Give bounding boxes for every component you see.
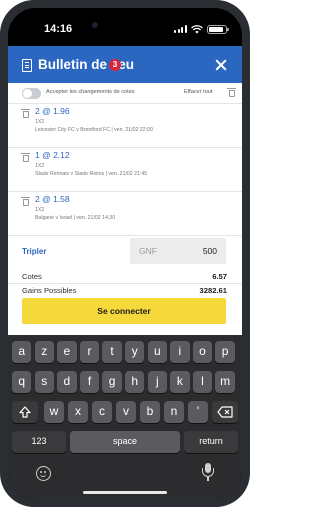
- key[interactable]: j: [147, 371, 167, 393]
- stake-amount: 500: [202, 246, 217, 256]
- phone-screen: 14:16 Bulletin de Jeu 3 Accepter les cha…: [8, 8, 242, 499]
- bet-slip-icon: [22, 59, 32, 72]
- bet-pick: 1 @ 2.12: [35, 150, 70, 160]
- remove-bet-trash-icon[interactable]: [21, 109, 30, 118]
- backspace-key[interactable]: [212, 401, 238, 423]
- key[interactable]: s: [34, 371, 54, 393]
- key[interactable]: h: [125, 371, 145, 393]
- key[interactable]: w: [44, 401, 64, 423]
- key[interactable]: o: [192, 341, 213, 363]
- bet-pick: 2 @ 1.96: [35, 106, 70, 116]
- bet-market: 1X2: [35, 163, 45, 169]
- return-key[interactable]: return: [184, 431, 238, 453]
- key[interactable]: k: [170, 371, 190, 393]
- bet-match: Stade Rennais v Stade Reims | ven. 21/02…: [35, 171, 148, 177]
- bet-pick: 2 @ 1.58: [35, 194, 70, 204]
- bet-match: Leicester City FC v Brentford FC | ven. …: [35, 127, 153, 133]
- home-indicator: [83, 491, 167, 494]
- currency-label: GNF: [139, 246, 157, 256]
- camera-icon: [92, 22, 98, 28]
- key[interactable]: a: [12, 341, 32, 363]
- emoji-icon[interactable]: [36, 466, 51, 481]
- key[interactable]: d: [57, 371, 77, 393]
- key[interactable]: b: [140, 401, 160, 423]
- key[interactable]: f: [79, 371, 100, 393]
- key[interactable]: e: [57, 341, 77, 363]
- space-key[interactable]: space: [70, 431, 180, 453]
- key[interactable]: u: [147, 341, 167, 363]
- accept-odds-label: Accepter les changements de cotes: [46, 89, 135, 95]
- odds-value: 6.57: [212, 272, 227, 281]
- bet-slip-content: Accepter les changements de cotes Efface…: [8, 83, 242, 335]
- connect-button-label: Se connecter: [97, 306, 151, 316]
- clear-all-link[interactable]: Effacer tout: [184, 89, 213, 95]
- odds-label: Cotes: [22, 272, 42, 281]
- accept-odds-row: Accepter les changements de cotes Efface…: [8, 83, 242, 104]
- bet-match: Bulgarie v Israel | ven. 21/02 14:30: [35, 215, 116, 221]
- bet-market: 1X2: [35, 207, 45, 213]
- backspace-icon: [217, 406, 233, 418]
- key[interactable]: g: [102, 371, 122, 393]
- key[interactable]: v: [116, 401, 136, 423]
- wifi-icon: [191, 25, 203, 34]
- status-time: 14:16: [44, 23, 73, 35]
- key[interactable]: r: [79, 341, 100, 363]
- shift-icon: [19, 406, 31, 418]
- key[interactable]: n: [164, 401, 184, 423]
- bet-market: 1X2: [35, 119, 45, 125]
- key[interactable]: z: [34, 341, 54, 363]
- stake-input[interactable]: GNF 500: [130, 238, 226, 264]
- bet-item: 2 @ 1.58 1X2 Bulgarie v Israel | ven. 21…: [8, 191, 242, 236]
- remove-bet-trash-icon[interactable]: [21, 197, 30, 206]
- bet-item: 1 @ 2.12 1X2 Stade Rennais v Stade Reims…: [8, 147, 242, 192]
- numbers-key[interactable]: 123: [12, 431, 66, 453]
- key[interactable]: c: [92, 401, 112, 423]
- key[interactable]: x: [68, 401, 88, 423]
- dynamic-island: [80, 14, 170, 36]
- key[interactable]: l: [192, 371, 213, 393]
- accept-odds-toggle[interactable]: [22, 88, 41, 99]
- bet-count-badge: 3: [109, 59, 121, 71]
- key[interactable]: i: [170, 341, 190, 363]
- clear-all-trash-icon[interactable]: [227, 88, 236, 97]
- connect-button[interactable]: Se connecter: [22, 298, 226, 324]
- shift-key[interactable]: [12, 401, 38, 423]
- bet-item: 2 @ 1.96 1X2 Leicester City FC v Brentfo…: [8, 103, 242, 148]
- gains-value: 3282.61: [199, 286, 227, 295]
- close-icon[interactable]: [214, 58, 228, 72]
- key[interactable]: p: [215, 341, 235, 363]
- phone-frame: 14:16 Bulletin de Jeu 3 Accepter les cha…: [0, 0, 250, 507]
- key[interactable]: m: [215, 371, 235, 393]
- total-odds-row: Cotes 6.57: [8, 269, 242, 284]
- potential-gains-row: Gains Possibles 3282.61: [8, 283, 242, 297]
- status-bar: 14:16: [8, 8, 242, 46]
- battery-icon: [207, 25, 229, 34]
- keyboard: azertyuiop qsdfghjklm w x c v b n ' 123 space …: [8, 335, 242, 499]
- microphone-icon[interactable]: [202, 463, 214, 483]
- key[interactable]: y: [125, 341, 145, 363]
- key[interactable]: q: [12, 371, 32, 393]
- key[interactable]: ': [188, 401, 208, 423]
- gains-label: Gains Possibles: [22, 286, 77, 295]
- tripler-tab[interactable]: Tripler: [22, 247, 46, 256]
- remove-bet-trash-icon[interactable]: [21, 153, 30, 162]
- stake-row: Tripler GNF 500: [8, 236, 242, 266]
- bet-slip-header: Bulletin de Jeu 3: [8, 46, 242, 83]
- cellular-signal-icon: [174, 25, 187, 33]
- key[interactable]: t: [102, 341, 122, 363]
